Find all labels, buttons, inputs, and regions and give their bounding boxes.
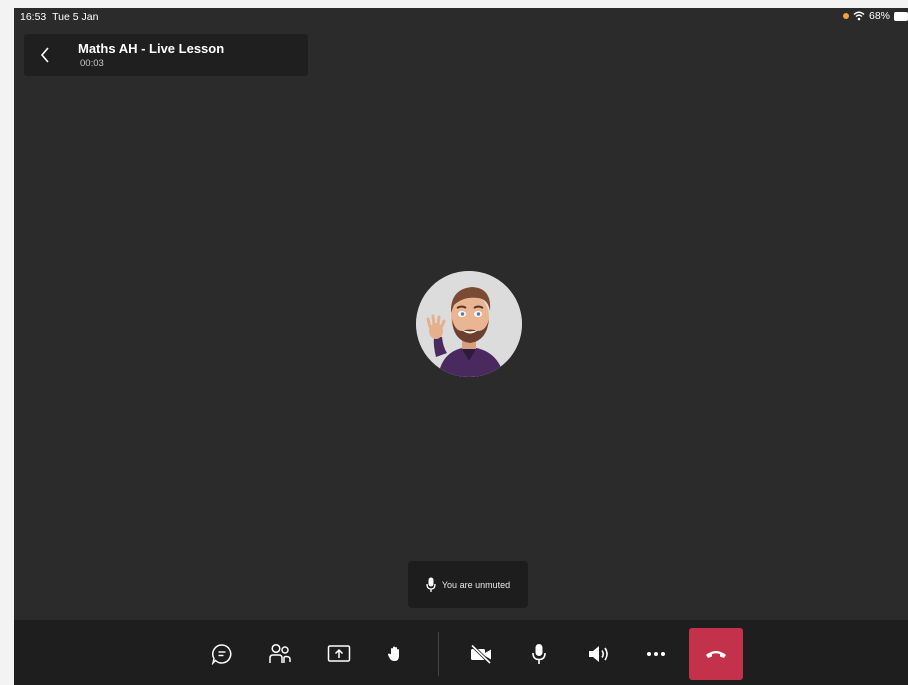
microphone-button[interactable] bbox=[525, 642, 553, 666]
participants-button[interactable] bbox=[266, 642, 294, 666]
raise-hand-icon bbox=[387, 646, 399, 661]
camera-off-icon bbox=[470, 644, 492, 664]
speaker-button[interactable] bbox=[585, 642, 613, 666]
call-toolbar bbox=[14, 620, 908, 685]
chevron-left-icon bbox=[40, 47, 49, 63]
battery-percentage: 68% bbox=[868, 10, 890, 22]
chat-button[interactable] bbox=[208, 642, 236, 666]
chat-icon bbox=[211, 644, 232, 665]
unmuted-toast: You are unmuted bbox=[408, 561, 528, 608]
share-screen-button[interactable] bbox=[325, 642, 353, 666]
speaker-icon bbox=[589, 646, 608, 662]
toolbar-divider bbox=[438, 632, 439, 676]
status-indicators: 68% bbox=[842, 10, 908, 22]
meeting-title: Maths AH - Live Lesson bbox=[78, 41, 225, 56]
microphone-in-use-dot-icon bbox=[842, 13, 849, 19]
teams-call-screen: 16:53 Tue 5 Jan 68% Maths AH - Live Less… bbox=[14, 8, 908, 685]
participant-avatar bbox=[416, 271, 522, 377]
wifi-icon bbox=[853, 11, 865, 21]
more-options-button[interactable] bbox=[642, 642, 670, 666]
status-bar: 16:53 Tue 5 Jan 68% bbox=[14, 8, 908, 26]
status-clock: 16:53 bbox=[20, 11, 47, 23]
microphone-icon bbox=[532, 644, 546, 664]
participants-icon bbox=[269, 643, 291, 663]
camera-toggle-button[interactable] bbox=[467, 642, 495, 666]
back-button[interactable] bbox=[34, 42, 56, 68]
raise-hand-button[interactable] bbox=[381, 642, 409, 666]
status-time: 16:53 Tue 5 Jan bbox=[20, 11, 98, 23]
end-call-icon bbox=[706, 651, 726, 658]
toast-text: You are unmuted bbox=[441, 579, 511, 590]
share-screen-icon bbox=[327, 645, 351, 662]
microphone-icon bbox=[426, 577, 436, 592]
battery-icon bbox=[894, 11, 908, 21]
more-options-icon bbox=[647, 652, 665, 656]
end-call-button[interactable] bbox=[689, 628, 743, 680]
status-date: Tue 5 Jan bbox=[52, 11, 99, 23]
meeting-header: Maths AH - Live Lesson 00:03 bbox=[24, 34, 308, 76]
meeting-timer: 00:03 bbox=[80, 58, 104, 69]
